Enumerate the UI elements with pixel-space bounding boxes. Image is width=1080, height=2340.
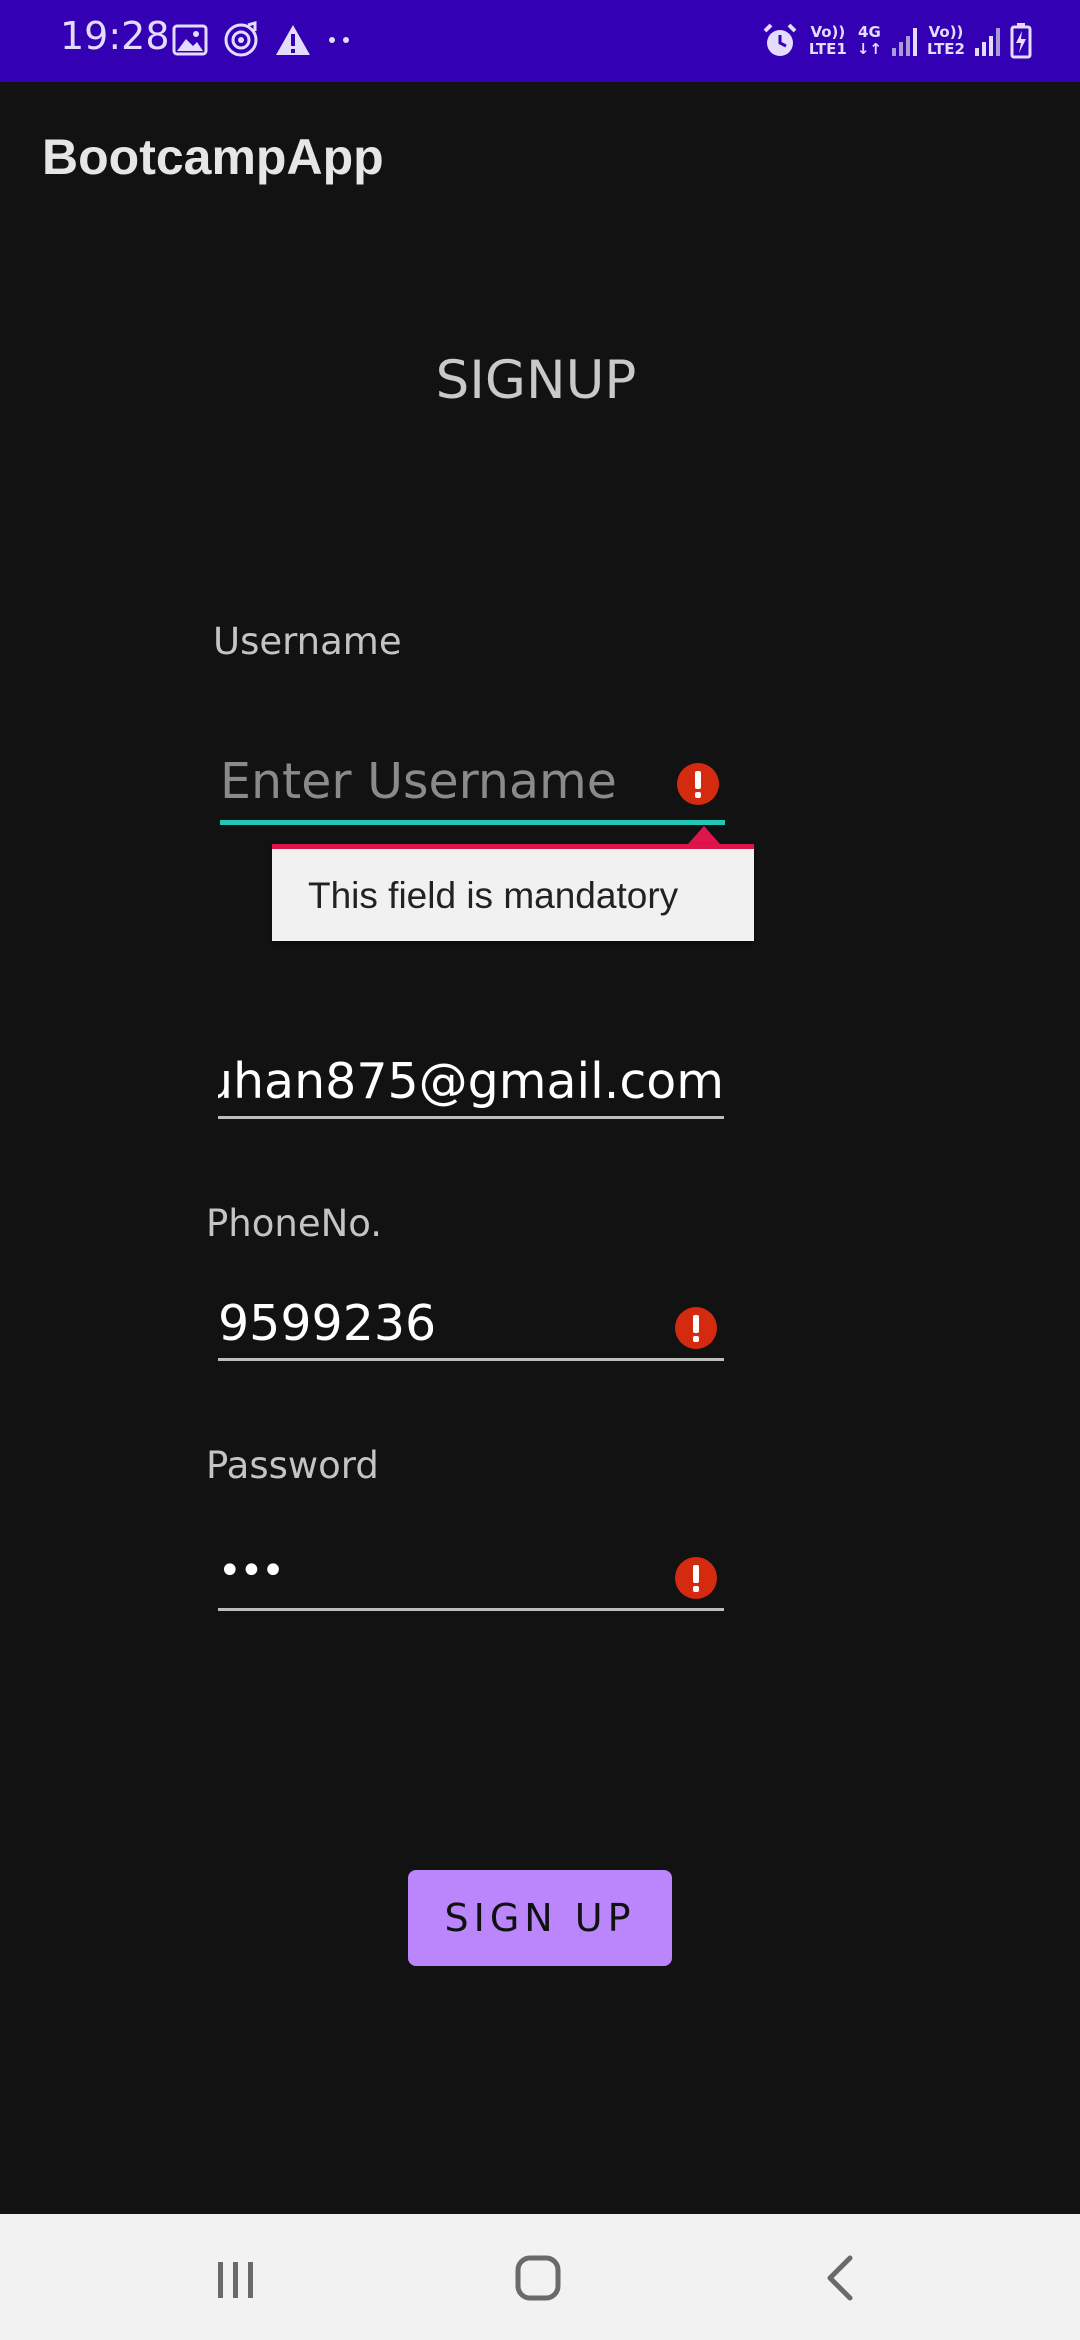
navigation-bar	[0, 2214, 1080, 2340]
username-placeholder: Enter Username	[220, 753, 617, 810]
signal-icon	[975, 26, 1000, 56]
system-status-icons: Vo)) LTE1 4G ↓↑ Vo)) LTE2	[761, 16, 1032, 66]
notification-icons	[172, 18, 354, 62]
error-tooltip-text: This field is mandatory	[308, 875, 679, 916]
phone-label: PhoneNo.	[206, 1202, 383, 1245]
sign-up-button[interactable]: SIGN UP	[408, 1870, 672, 1966]
sim2-label: Vo)) LTE2	[927, 23, 965, 58]
error-tooltip-arrow	[688, 826, 720, 844]
signal-icon	[892, 26, 917, 56]
music-sync-icon	[224, 21, 258, 57]
username-label: Username	[213, 620, 402, 663]
home-icon[interactable]	[497, 2244, 577, 2310]
sim1-label: Vo)) LTE1	[808, 23, 847, 58]
email-value: auhan875@gmail.com	[218, 1053, 724, 1110]
email-input[interactable]: auhan875@gmail.com	[218, 1050, 724, 1119]
phone-value: 9599236	[218, 1295, 437, 1352]
more-dots-icon	[329, 37, 349, 43]
recents-icon[interactable]	[196, 2244, 276, 2310]
image-icon	[172, 24, 208, 56]
phone-error-icon	[675, 1307, 717, 1349]
password-error-icon	[675, 1557, 717, 1599]
warning-icon	[276, 25, 310, 55]
password-label: Password	[206, 1444, 379, 1487]
network-type-label: 4G ↓↑	[856, 23, 882, 58]
password-input[interactable]: •••	[218, 1542, 724, 1611]
app-title: BootcampApp	[42, 129, 384, 185]
back-icon[interactable]	[800, 2244, 880, 2310]
username-input[interactable]: Enter Username	[220, 742, 725, 825]
username-error-icon	[677, 763, 719, 805]
error-tooltip: This field is mandatory	[272, 844, 754, 941]
status-bar: 19:28 Vo)) LTE1 4G ↓↑ Vo)) LTE2	[0, 0, 1080, 82]
page-title: SIGNUP	[435, 350, 637, 411]
battery-charging-icon	[1010, 23, 1032, 59]
status-time: 19:28	[60, 14, 170, 58]
phone-input[interactable]: 9599236	[218, 1292, 724, 1361]
password-value: •••	[218, 1548, 285, 1594]
alarm-icon	[763, 23, 797, 56]
